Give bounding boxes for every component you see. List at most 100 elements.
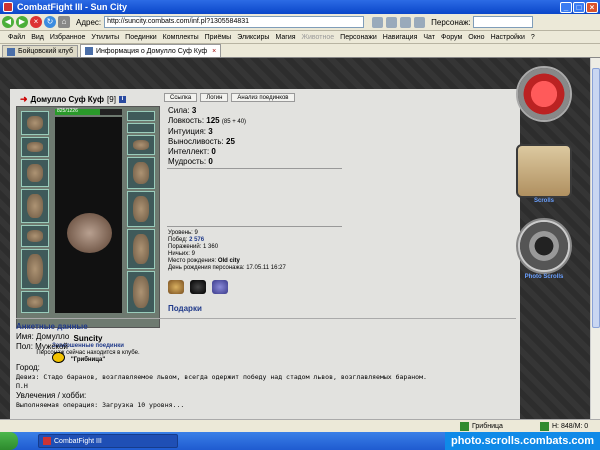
profile-motto-author: П.Н <box>16 382 28 390</box>
profile-smiley-row <box>16 352 506 363</box>
maximize-button[interactable]: □ <box>573 1 585 13</box>
app-icon <box>43 437 51 445</box>
scroll-book-icon[interactable] <box>516 144 572 198</box>
stat-value: 3 <box>208 127 213 136</box>
back-icon[interactable]: ◀ <box>2 16 14 28</box>
home-icon[interactable]: ⌂ <box>58 16 70 28</box>
scrolls-label[interactable]: Scrolls <box>514 198 574 204</box>
clan-icon[interactable] <box>190 280 206 294</box>
stat-label: Ловкость: <box>168 116 205 125</box>
menu-tricks[interactable]: Приёмы <box>205 34 232 41</box>
scrollbar-thumb[interactable] <box>592 68 600 328</box>
creature-image <box>67 213 112 253</box>
menu-fights[interactable]: Поединки <box>125 34 157 41</box>
info-icon[interactable]: i <box>118 96 126 103</box>
page-icon <box>85 47 94 55</box>
paste-icon[interactable] <box>400 16 412 28</box>
info-draws: Ничьих: 9 <box>168 251 195 257</box>
stat-row: Интуиция: 3 <box>168 127 246 137</box>
fight-analysis-button[interactable]: Анализ поединков <box>231 93 295 102</box>
menu-utilities[interactable]: Утилиты <box>91 34 119 41</box>
forward-icon[interactable]: ▶ <box>16 16 28 28</box>
start-button[interactable] <box>0 432 18 450</box>
badges-row <box>168 280 228 294</box>
profile-motto: Девиз: Стадо баранов, возглавляемое льво… <box>16 373 427 381</box>
copy-icon[interactable] <box>386 16 398 28</box>
leggings-slot[interactable] <box>127 191 155 227</box>
scrolls-widget[interactable]: Scrolls <box>514 144 574 204</box>
info-divider <box>167 226 342 227</box>
tab-fight-club[interactable]: Бойцовский клуб <box>2 45 79 57</box>
taskbar-item-combatfight[interactable]: CombatFight III <box>38 434 178 448</box>
link-button[interactable]: Ссылка <box>164 93 198 102</box>
medal-icon[interactable] <box>168 280 184 294</box>
profile-section: Анкетные данные Имя: Домулло Пол: Мужско… <box>16 322 506 410</box>
gifts-heading: Подарки <box>168 304 202 313</box>
info-wins: Побед: 2 576 <box>168 237 205 243</box>
notes-icon[interactable] <box>414 16 426 28</box>
private-arrow-icon[interactable]: ➜ <box>20 94 28 105</box>
emblem-widget[interactable] <box>514 66 574 122</box>
menu-file[interactable]: Файл <box>8 34 25 41</box>
stop-icon[interactable]: × <box>30 16 42 28</box>
menu-window[interactable]: Окно <box>468 34 484 41</box>
amulet-slot[interactable] <box>21 137 49 157</box>
stat-value: 125 <box>206 116 220 125</box>
ring-slot-1[interactable] <box>127 111 155 121</box>
fist-emblem-icon[interactable] <box>516 66 572 122</box>
menu-magic[interactable]: Магия <box>275 34 295 41</box>
camera-lens-icon[interactable] <box>516 218 572 274</box>
offhand-slot[interactable] <box>127 229 155 269</box>
menu-forum[interactable]: Форум <box>441 34 462 41</box>
menu-elixirs[interactable]: Эликсиры <box>237 34 269 41</box>
close-button[interactable]: × <box>586 1 598 13</box>
belt-slot[interactable] <box>21 225 49 247</box>
menu-settings[interactable]: Настройки <box>491 34 525 41</box>
menu-help[interactable]: ? <box>531 34 535 41</box>
vertical-scrollbar[interactable] <box>590 58 600 419</box>
globe-icon <box>460 421 469 431</box>
tab-label: Информация о Домулло Суф Куф <box>96 47 208 55</box>
shield-badge-icon[interactable] <box>212 280 228 294</box>
character-avatar[interactable] <box>55 117 122 313</box>
shield-slot[interactable] <box>127 157 155 189</box>
tab-close-icon[interactable]: × <box>212 48 216 55</box>
character-header: ➜ Домулло Суф Куф [9] i <box>20 94 126 105</box>
stat-value: 3 <box>191 106 197 115</box>
boots-slot-right[interactable] <box>127 271 155 313</box>
tab-character-info[interactable]: Информация о Домулло Суф Куф × <box>80 44 222 57</box>
refresh-icon[interactable]: ↻ <box>44 16 56 28</box>
helmet-slot[interactable] <box>21 111 49 135</box>
persona-label: Персонаж: <box>431 17 471 27</box>
character-info: Уровень: 9 Побед: 2 576 Поражений: 1 360… <box>168 230 286 272</box>
menu-navigation[interactable]: Навигация <box>383 34 418 41</box>
login-button[interactable]: Логин <box>200 93 229 102</box>
info-losses: Поражений: 1 360 <box>168 244 219 250</box>
stats-list: Сила: 3 Ловкость: 125 (85 + 40) Интуиция… <box>168 106 246 167</box>
gloves-slot[interactable] <box>127 135 155 155</box>
photo-scrolls-widget[interactable]: Photo Scrolls <box>514 218 574 280</box>
minimize-button[interactable]: _ <box>560 1 572 13</box>
menu-characters[interactable]: Персонажи <box>340 34 377 41</box>
address-input[interactable]: http://suncity.combats.com/inf.pl?130558… <box>104 16 365 28</box>
page-icon <box>7 47 15 56</box>
hp-bar: 825/1226 <box>55 108 122 115</box>
menu-sets[interactable]: Комплекты <box>163 34 199 41</box>
address-label: Адрес: <box>76 17 102 27</box>
ring-slot-2[interactable] <box>127 123 155 133</box>
go-icon[interactable] <box>372 16 384 28</box>
persona-input[interactable] <box>472 16 533 28</box>
stat-value: 0 <box>208 157 213 166</box>
stat-label: Сила: <box>168 106 190 115</box>
menu-chat[interactable]: Чат <box>423 34 435 41</box>
weapon-slot[interactable] <box>21 159 49 187</box>
menu-view[interactable]: Вид <box>31 34 44 41</box>
boots-slot[interactable] <box>21 291 49 313</box>
status-site-text: Грибница <box>472 422 503 430</box>
bracer-slot[interactable] <box>21 249 49 289</box>
photo-scrolls-label[interactable]: Photo Scrolls <box>514 274 574 280</box>
menu-favorites[interactable]: Избранное <box>50 34 85 41</box>
character-name[interactable]: Домулло Суф Куф <box>31 95 104 104</box>
status-memory: H: 848/M: 0 <box>540 421 600 431</box>
armor-slot[interactable] <box>21 189 49 223</box>
